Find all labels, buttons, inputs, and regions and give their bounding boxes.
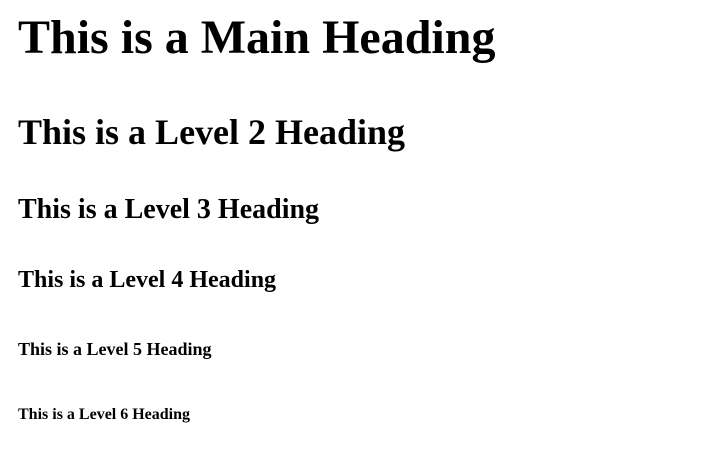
heading-level-6: This is a Level 6 Heading [18,406,191,423]
heading-level-1: This is a Main Heading [18,11,496,64]
heading-level-2: This is a Level 2 Heading [18,112,406,152]
document-page: This is a Main Heading This is a Level 2… [0,0,713,456]
heading-level-3: This is a Level 3 Heading [18,194,320,225]
heading-level-4: This is a Level 4 Heading [18,267,277,293]
heading-level-5: This is a Level 5 Heading [18,339,212,359]
